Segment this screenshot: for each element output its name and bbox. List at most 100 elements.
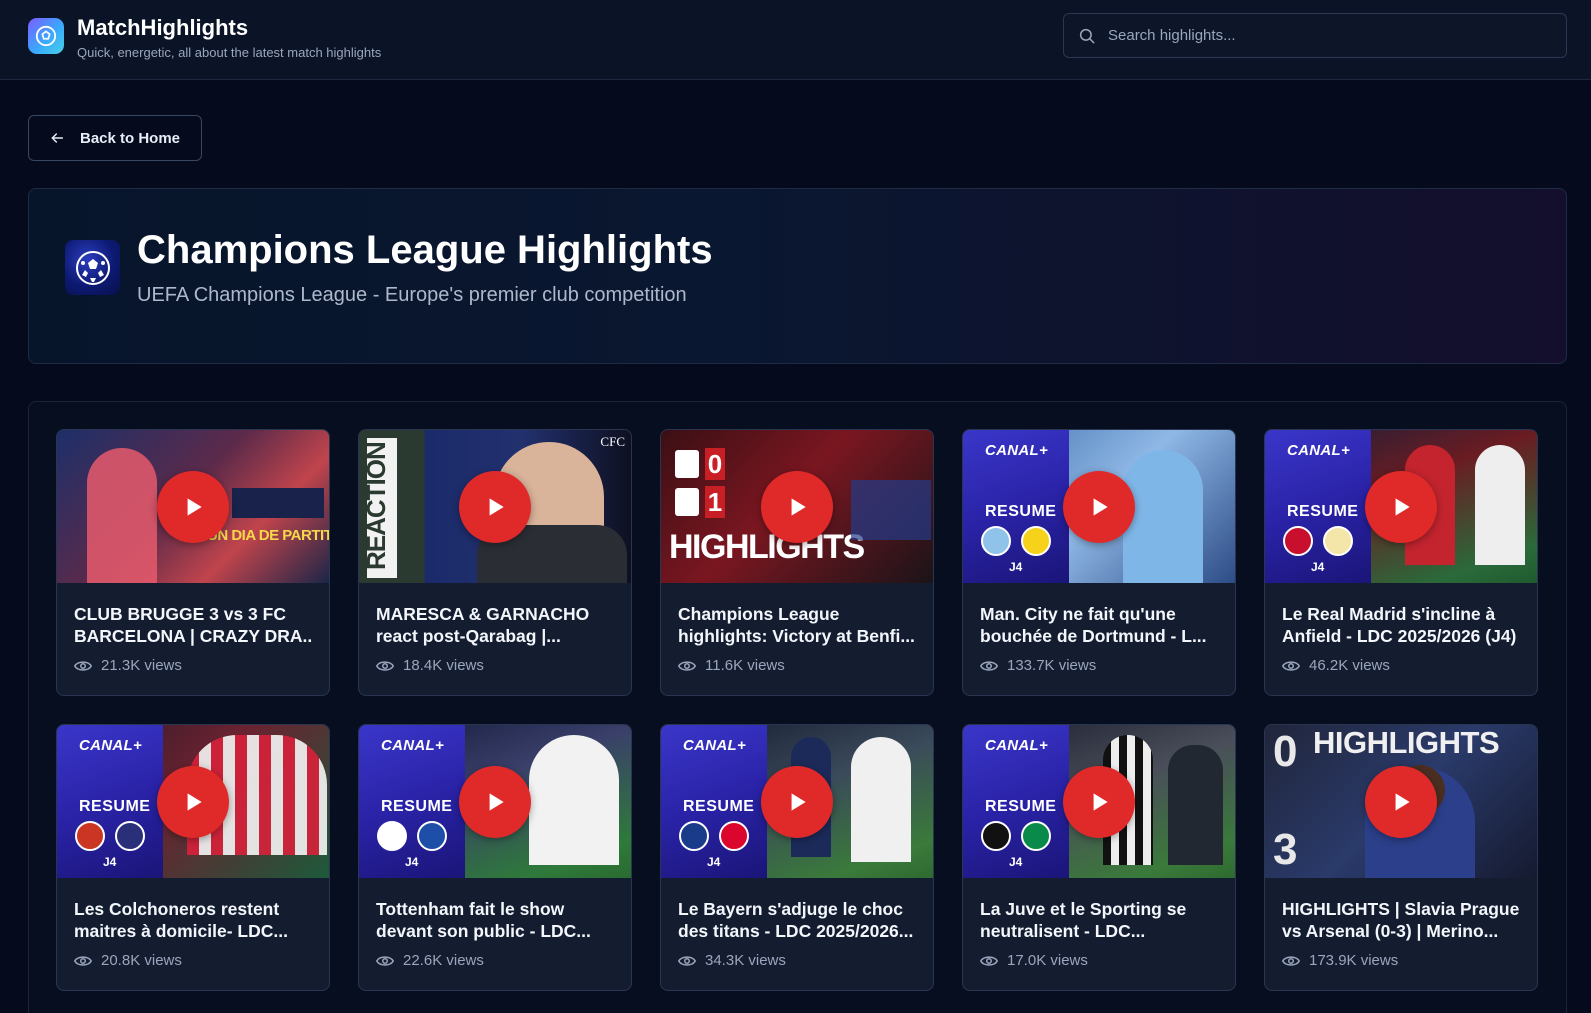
search-icon	[1077, 26, 1097, 46]
resume-text: RESUME	[1287, 503, 1359, 520]
video-card[interactable]: CANAL+ RESUME J4 La Juve et le Sporting …	[962, 724, 1236, 991]
search-box[interactable]	[1063, 13, 1567, 58]
eye-icon	[74, 659, 92, 673]
video-card[interactable]: CANAL+ RESUME J4 Le Bayern s'adjuge le c…	[660, 724, 934, 991]
video-card[interactable]: 0 3 HIGHLIGHTS HIGHLIGHTS | Slavia Pragu…	[1264, 724, 1538, 991]
matchday-text: J4	[1009, 560, 1023, 574]
brand[interactable]: MatchHighlights Quick, energetic, all ab…	[28, 16, 381, 62]
score-home: 0	[1273, 727, 1298, 776]
matchday-text: J4	[103, 855, 117, 869]
video-card[interactable]: REACTION CFC MARESCA & GARNACHO react po…	[358, 429, 632, 696]
top-bar: MatchHighlights Quick, energetic, all ab…	[0, 0, 1591, 80]
canal-panel: CANAL+ RESUME J4	[57, 725, 163, 878]
app-tagline: Quick, energetic, all about the latest m…	[77, 45, 382, 60]
eye-icon	[376, 954, 394, 968]
video-title[interactable]: Man. City ne fait qu'une bouchée de Dort…	[980, 603, 1218, 647]
team-badge-icon	[981, 526, 1011, 556]
eye-icon	[376, 659, 394, 673]
score-away: 1	[705, 486, 725, 518]
team-badge-icon	[417, 821, 447, 851]
play-icon[interactable]	[459, 470, 531, 543]
video-thumbnail[interactable]: REACTION CFC	[359, 430, 631, 583]
view-count: 22.6K views	[403, 952, 484, 969]
champions-league-logo-icon	[65, 240, 120, 295]
eye-icon	[678, 659, 696, 673]
video-thumbnail[interactable]: CANAL+ RESUME J4	[963, 430, 1235, 583]
play-icon[interactable]	[761, 470, 833, 543]
play-icon[interactable]	[459, 765, 531, 838]
video-thumbnail[interactable]: CANAL+ RESUME J4	[661, 725, 933, 878]
eye-icon	[74, 954, 92, 968]
eye-icon	[1282, 659, 1300, 673]
thumbnail-text: UN DIA DE PARTIT	[207, 527, 329, 544]
soccer-ball-icon	[28, 18, 64, 54]
matchday-text: J4	[1009, 855, 1023, 869]
view-count: 173.9K views	[1309, 952, 1399, 969]
video-thumbnail[interactable]: UN DIA DE PARTIT	[57, 430, 329, 583]
video-card[interactable]: CANAL+ RESUME J4 Le Real Madrid s'inclin…	[1264, 429, 1538, 696]
video-title[interactable]: Champions League highlights: Victory at …	[678, 603, 916, 647]
team-badge-icon	[377, 821, 407, 851]
video-thumbnail[interactable]: 0 1 HIGHLIGHTS	[661, 430, 933, 583]
matchday-text: J4	[1311, 560, 1325, 574]
back-to-home-button[interactable]: Back to Home	[28, 115, 202, 161]
play-icon[interactable]	[1365, 470, 1437, 543]
highlights-grid: UN DIA DE PARTIT CLUB BRUGGE 3 vs 3 FC B…	[56, 429, 1538, 991]
view-count: 18.4K views	[403, 657, 484, 674]
search-input[interactable]	[1108, 14, 1566, 57]
app-name: MatchHighlights	[77, 15, 249, 40]
canal-logo-text: CANAL+	[985, 442, 1049, 459]
back-to-home-label: Back to Home	[80, 129, 181, 147]
resume-text: RESUME	[985, 503, 1057, 520]
resume-text: RESUME	[683, 798, 755, 815]
canal-logo-text: CANAL+	[381, 737, 445, 754]
play-icon[interactable]	[157, 470, 229, 543]
view-count: 20.8K views	[101, 952, 182, 969]
highlights-panel: UN DIA DE PARTIT CLUB BRUGGE 3 vs 3 FC B…	[28, 401, 1567, 1013]
resume-text: RESUME	[79, 798, 151, 815]
canal-logo-text: CANAL+	[79, 737, 143, 754]
team-badge-icon	[1021, 821, 1051, 851]
team-badge-icon	[679, 821, 709, 851]
video-title[interactable]: Le Bayern s'adjuge le choc des titans - …	[678, 898, 916, 942]
video-card[interactable]: CANAL+ RESUME J4 Les Colchoneros restent…	[56, 724, 330, 991]
video-card[interactable]: CANAL+ RESUME J4 Man. City ne fait qu'un…	[962, 429, 1236, 696]
score-away: 3	[1273, 825, 1298, 874]
play-icon[interactable]	[1063, 470, 1135, 543]
thumbnail-corner-text: CFC	[600, 434, 625, 449]
eye-icon	[678, 954, 696, 968]
video-title[interactable]: MARESCA & GARNACHO react post-Qarabag |.…	[376, 603, 614, 647]
video-thumbnail[interactable]: CANAL+ RESUME J4	[57, 725, 329, 878]
score-home: 0	[705, 448, 725, 480]
video-thumbnail[interactable]: CANAL+ RESUME J4	[963, 725, 1235, 878]
video-card[interactable]: 0 1 HIGHLIGHTS Champions League highligh…	[660, 429, 934, 696]
play-icon[interactable]	[1063, 765, 1135, 838]
arrow-left-icon	[49, 130, 65, 146]
view-count: 34.3K views	[705, 952, 786, 969]
video-thumbnail[interactable]: CANAL+ RESUME J4	[1265, 430, 1537, 583]
video-thumbnail[interactable]: 0 3 HIGHLIGHTS	[1265, 725, 1537, 878]
video-title[interactable]: La Juve et le Sporting se neutralisent -…	[980, 898, 1218, 942]
team-badge-icon	[115, 821, 145, 851]
video-title[interactable]: Les Colchoneros restent maitres à domici…	[74, 898, 312, 942]
video-thumbnail[interactable]: CANAL+ RESUME J4	[359, 725, 631, 878]
view-count: 17.0K views	[1007, 952, 1088, 969]
video-card[interactable]: CANAL+ RESUME J4 Tottenham fait le show …	[358, 724, 632, 991]
canal-panel: CANAL+ RESUME J4	[963, 430, 1069, 583]
team-badge-icon	[1283, 526, 1313, 556]
video-title[interactable]: Tottenham fait le show devant son public…	[376, 898, 614, 942]
canal-logo-text: CANAL+	[683, 737, 747, 754]
video-card[interactable]: UN DIA DE PARTIT CLUB BRUGGE 3 vs 3 FC B…	[56, 429, 330, 696]
thumbnail-text: HIGHLIGHTS	[669, 528, 865, 566]
play-icon[interactable]	[761, 765, 833, 838]
team-badge-icon	[1323, 526, 1353, 556]
play-icon[interactable]	[1365, 765, 1437, 838]
eye-icon	[980, 954, 998, 968]
team-badge-icon	[719, 821, 749, 851]
resume-text: RESUME	[381, 798, 453, 815]
video-title[interactable]: CLUB BRUGGE 3 vs 3 FC BARCELONA | CRAZY …	[74, 603, 312, 647]
team-badge-icon	[981, 821, 1011, 851]
video-title[interactable]: Le Real Madrid s'incline à Anfield - LDC…	[1282, 603, 1520, 647]
video-title[interactable]: HIGHLIGHTS | Slavia Prague vs Arsenal (0…	[1282, 898, 1520, 942]
play-icon[interactable]	[157, 765, 229, 838]
